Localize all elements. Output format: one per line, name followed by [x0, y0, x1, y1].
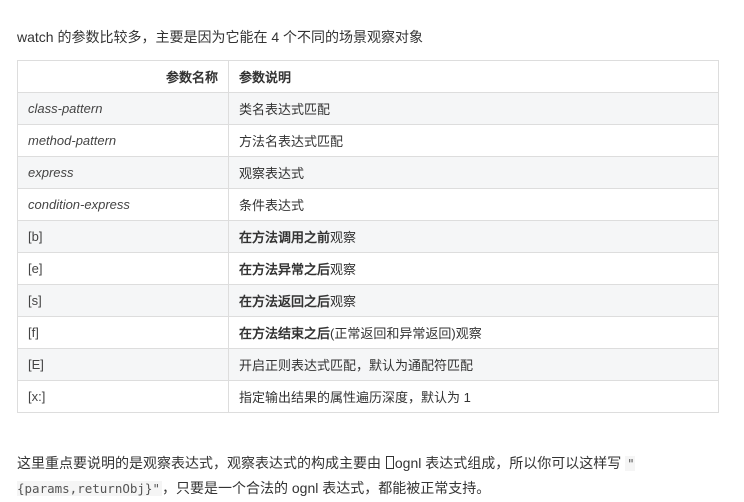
param-name-cell: condition-express: [17, 188, 229, 221]
table-row: [E] 开启正则表达式匹配，默认为通配符匹配: [17, 348, 719, 381]
desc-bold-text: 方法调用之前: [252, 230, 331, 245]
param-name-cell: [E]: [17, 348, 229, 381]
intro-paragraph: watch 的参数比较多，主要是因为它能在 4 个不同的场景观察对象: [17, 29, 424, 45]
desc-text: 指定输出结果的属性遍历深度，默认为 1: [239, 390, 471, 405]
param-name-cell: class-pattern: [17, 92, 229, 125]
table-row: method-pattern 方法名表达式匹配: [17, 124, 719, 157]
header-param-name: 参数名称: [17, 60, 229, 93]
table-row: [b] 在方法调用之前观察: [17, 220, 719, 253]
param-desc-cell: 在方法异常之后观察: [228, 252, 719, 285]
desc-bold-text: 方法异常之后: [252, 262, 331, 277]
desc-text: 类名表达式匹配: [239, 102, 331, 117]
table-row: condition-express 条件表达式: [17, 188, 719, 221]
desc-bold-text: 方法返回之后: [252, 294, 331, 309]
header-param-desc: 参数说明: [228, 60, 719, 93]
desc-text: 观察表达式: [239, 166, 305, 181]
param-desc-cell: 类名表达式匹配: [228, 92, 719, 125]
param-desc-cell: 在方法结束之后(正常返回和异常返回)观察: [228, 316, 719, 349]
table-row: [x:] 指定输出结果的属性遍历深度，默认为 1: [17, 380, 719, 413]
desc-text: 方法名表达式匹配: [239, 134, 344, 149]
param-desc-cell: 在方法调用之前观察: [228, 220, 719, 253]
desc-text: 观察: [330, 294, 357, 309]
desc-text: 开启正则表达式匹配，默认为通配符匹配: [239, 358, 474, 373]
param-name-cell: [x:]: [17, 380, 229, 413]
desc-text: (正常返回和异常返回)观察: [330, 326, 482, 341]
param-desc-cell: 条件表达式: [228, 188, 719, 221]
param-name-cell: [e]: [17, 252, 229, 285]
param-desc-cell: 方法名表达式匹配: [228, 124, 719, 157]
desc-bold-text: 在: [239, 230, 253, 245]
param-desc-cell: 在方法返回之后观察: [228, 284, 719, 317]
desc-text: 观察: [330, 262, 357, 277]
desc-bold-text: 方法结束之后: [252, 326, 331, 341]
param-desc-cell: 开启正则表达式匹配，默认为通配符匹配: [228, 348, 719, 381]
table-row: class-pattern 类名表达式匹配: [17, 92, 719, 125]
outro-text-2: ognl 表达式组成，所以你可以这样写: [394, 455, 626, 471]
table-header-row: 参数名称 参数说明: [17, 60, 719, 93]
param-name-cell: method-pattern: [17, 124, 229, 157]
param-name-cell: [s]: [17, 284, 229, 317]
outro-text-3: ，只要是一个合法的 ognl 表达式，都能被正常支持。: [162, 480, 491, 496]
param-name-cell: express: [17, 156, 229, 189]
param-desc-cell: 指定输出结果的属性遍历深度，默认为 1: [228, 380, 719, 413]
desc-text: 观察: [330, 230, 357, 245]
table-row: [f] 在方法结束之后(正常返回和异常返回)观察: [17, 316, 719, 349]
desc-text: 条件表达式: [239, 198, 305, 213]
param-name-cell: [f]: [17, 316, 229, 349]
outro-paragraph: 这里重点要说明的是观察表达式，观察表达式的构成主要由 ognl 表达式组成，所以…: [17, 451, 723, 501]
table-row: express 观察表达式: [17, 156, 719, 189]
table-row: [e] 在方法异常之后观察: [17, 252, 719, 285]
desc-bold-text: 在: [239, 326, 253, 341]
table-row: [s] 在方法返回之后观察: [17, 284, 719, 317]
missing-glyph-icon: [385, 456, 394, 469]
parameters-table: 参数名称 参数说明 class-pattern 类名表达式匹配 method-pat…: [17, 60, 719, 413]
desc-bold-text: 在: [239, 294, 253, 309]
desc-bold-text: 在: [239, 262, 253, 277]
outro-text-1: 这里重点要说明的是观察表达式，观察表达式的构成主要由: [17, 455, 385, 471]
param-name-cell: [b]: [17, 220, 229, 253]
param-desc-cell: 观察表达式: [228, 156, 719, 189]
